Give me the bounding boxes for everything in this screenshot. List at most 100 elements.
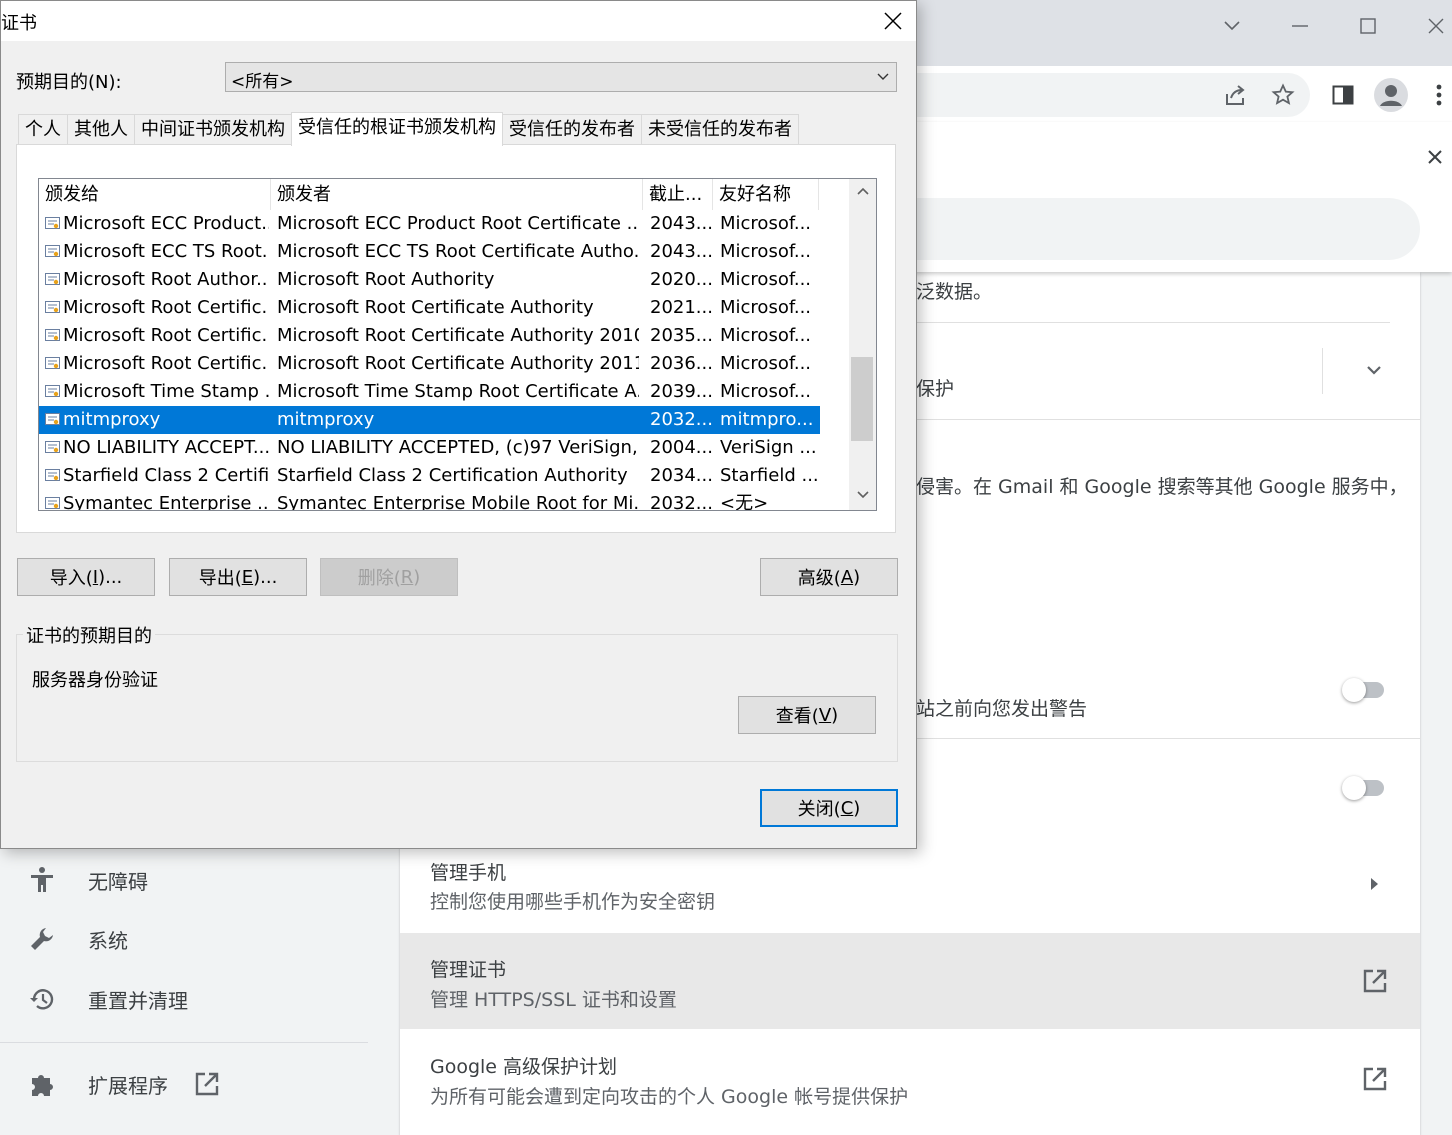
list-scrollbar[interactable] (849, 179, 876, 510)
table-row[interactable]: Symantec Enterprise ... Symantec Enterpri… (39, 490, 820, 511)
tab-personal[interactable]: 个人 (18, 114, 68, 144)
side-panel-icon[interactable] (1324, 76, 1362, 114)
certificate-icon (45, 301, 60, 313)
table-row[interactable]: Microsoft ECC TS Root... Microsoft ECC TS… (39, 238, 820, 266)
scrollbar-thumb[interactable] (851, 357, 873, 441)
external-link-icon[interactable] (1362, 1066, 1388, 1096)
profile-avatar-icon[interactable] (1372, 76, 1410, 114)
cell-expiration: 2039... (650, 381, 712, 402)
purpose-combobox[interactable]: <所有> (225, 62, 897, 92)
scroll-up-icon[interactable] (849, 179, 876, 203)
sidebar-item-extensions[interactable]: 扩展程序 (28, 1064, 220, 1104)
divider (916, 738, 1420, 739)
arrow-right-icon[interactable] (1370, 876, 1380, 895)
tab-search-icon[interactable] (1212, 6, 1252, 46)
cell-issued-to: Symantec Enterprise ... (63, 493, 269, 511)
tab-other-people[interactable]: 其他人 (67, 114, 135, 144)
menu-dots-icon[interactable] (1420, 76, 1452, 114)
secure-dns-toggle[interactable] (1342, 776, 1384, 800)
scroll-down-icon[interactable] (849, 483, 876, 507)
advanced-protection-subtitle: 为所有可能会遭到定向攻击的个人 Google 帐号提供保护 (430, 1086, 909, 1108)
sidebar-item-system[interactable]: 系统 (28, 919, 128, 959)
cell-issued-to: Microsoft Root Certific... (63, 297, 269, 318)
partial-warn-text: 站之前向您发出警告 (916, 698, 1088, 720)
cell-friendly-name: Microsof... (720, 241, 812, 262)
sidebar-item-reset[interactable]: 重置并清理 (28, 979, 188, 1019)
manage-phones-subtitle: 控制您使用哪些手机作为安全密钥 (430, 891, 716, 913)
cell-issued-to: Microsoft ECC Product... (63, 213, 269, 234)
accelerator-key: E (241, 566, 254, 588)
dialog-titlebar: 证书 (1, 1, 916, 41)
cell-issued-to: Microsoft Root Author... (63, 269, 269, 290)
certificate-list[interactable]: 颁发给 颁发者 截止... 友好名称 Microsoft ECC Product… (38, 178, 877, 511)
button-label: 高级( (797, 568, 841, 589)
button-label-end: )... (98, 566, 123, 588)
table-row[interactable]: Microsoft ECC Product... Microsoft ECC Pr… (39, 210, 820, 238)
import-button[interactable]: 导入(I)... (17, 558, 155, 596)
table-row[interactable]: mitmproxy mitmproxy 2032... mitmpro... (39, 406, 820, 434)
close-button[interactable]: 关闭(C) (760, 789, 898, 827)
dialog-close-icon[interactable] (871, 5, 915, 37)
export-button[interactable]: 导出(E)... (169, 558, 307, 596)
advanced-button[interactable]: 高级(A) (760, 558, 898, 596)
purpose-label: 预期目的(N): (16, 72, 122, 93)
intended-purposes-title: 证书的预期目的 (23, 622, 155, 648)
settings-search-input[interactable] (900, 198, 1420, 260)
table-row[interactable]: NO LIABILITY ACCEPT... NO LIABILITY ACCEP… (39, 434, 820, 462)
remove-button[interactable]: 删除(R) (320, 558, 458, 596)
bookmark-star-icon[interactable] (1264, 76, 1302, 114)
dialog-title: 证书 (1, 13, 37, 34)
cell-expiration: 2043... (650, 213, 712, 234)
view-button[interactable]: 查看(V) (738, 696, 876, 734)
cell-issued-by: Microsoft ECC Product Root Certificate .… (277, 213, 639, 234)
share-icon[interactable] (1216, 76, 1254, 114)
certificate-icon (45, 217, 60, 229)
table-row[interactable]: Microsoft Root Certific... Microsoft Root… (39, 322, 820, 350)
tab-intermediate-ca[interactable]: 中间证书颁发机构 (134, 114, 292, 144)
cell-issued-by: mitmproxy (277, 409, 375, 430)
tab-untrusted-publishers[interactable]: 未受信任的发布者 (641, 114, 799, 144)
table-row[interactable]: Starfield Class 2 Certifi... Starfield Cl… (39, 462, 820, 490)
sidebar-item-label: 扩展程序 (88, 1073, 168, 1098)
search-close-icon[interactable] (1418, 140, 1452, 174)
cell-issued-by: Starfield Class 2 Certification Authorit… (277, 465, 628, 486)
accelerator-key: V (818, 704, 832, 726)
partial-protect-text: 保护 (916, 378, 955, 400)
cell-expiration: 2032... (650, 409, 712, 430)
cell-friendly-name: Microsof... (720, 325, 812, 346)
button-label: 导出( (198, 568, 242, 589)
manage-certificates-row[interactable] (400, 933, 1420, 1029)
cell-issued-to: Microsoft ECC TS Root... (63, 241, 269, 262)
maximize-icon[interactable] (1348, 6, 1388, 46)
cell-friendly-name: <无> (720, 493, 769, 511)
cell-issued-by: Microsoft Root Authority (277, 269, 495, 290)
column-friendly-name[interactable]: 友好名称 (713, 179, 819, 210)
manage-certs-title: 管理证书 (430, 959, 507, 981)
button-label-end: ) (831, 704, 839, 726)
cell-friendly-name: mitmpro... (720, 409, 814, 430)
table-row[interactable]: Microsoft Root Certific... Microsoft Root… (39, 350, 820, 378)
warning-toggle[interactable] (1342, 678, 1384, 702)
cell-expiration: 2034... (650, 465, 712, 486)
certificate-icon (45, 329, 60, 341)
cell-expiration: 2021... (650, 297, 712, 318)
cell-issued-by: Microsoft ECC TS Root Certificate Autho.… (277, 241, 639, 262)
tab-trusted-publishers[interactable]: 受信任的发布者 (502, 114, 642, 144)
cell-expiration: 2004... (650, 437, 712, 458)
table-row[interactable]: Microsoft Root Author... Microsoft Root A… (39, 266, 820, 294)
column-issued-by[interactable]: 颁发者 (271, 179, 643, 210)
tab-trusted-root-ca[interactable]: 受信任的根证书颁发机构 (291, 112, 503, 146)
accelerator-key: C (840, 797, 854, 819)
column-issued-to[interactable]: 颁发给 (39, 179, 271, 210)
certificate-icon (45, 385, 60, 397)
external-link-icon[interactable] (1362, 968, 1388, 998)
table-row[interactable]: Microsoft Time Stamp ... Microsoft Time S… (39, 378, 820, 406)
certificate-icon (45, 245, 60, 257)
table-row[interactable]: Microsoft Root Certific... Microsoft Root… (39, 294, 820, 322)
window-close-icon[interactable] (1416, 6, 1452, 46)
column-expiration[interactable]: 截止... (643, 179, 713, 210)
sidebar-item-accessibility[interactable]: 无障碍 (28, 860, 148, 900)
accessibility-icon (31, 867, 53, 892)
expand-chevron-icon[interactable] (1362, 360, 1386, 386)
minimize-icon[interactable] (1280, 6, 1320, 46)
